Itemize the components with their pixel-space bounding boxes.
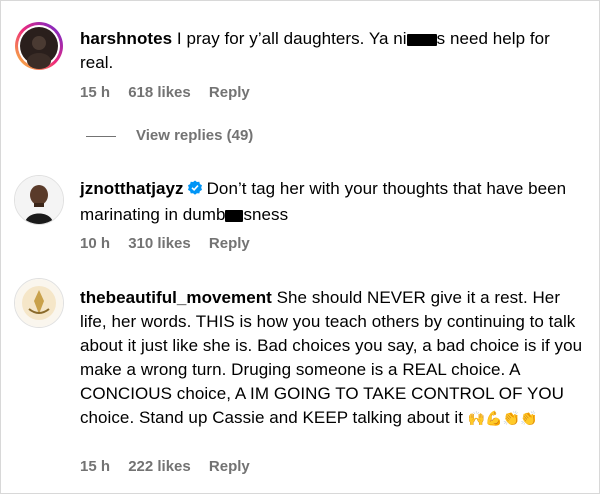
user-avatar[interactable] — [14, 175, 64, 225]
reply-button[interactable]: Reply — [209, 84, 250, 101]
comment-meta: 15 h 222 likes Reply — [80, 458, 264, 475]
comment-text: jznotthatjayz Don’t tag her with your tho… — [80, 177, 580, 227]
censor-bar — [225, 209, 244, 222]
reply-button[interactable]: Reply — [209, 235, 250, 252]
divider-line — [86, 135, 116, 137]
comment-text: thebeautiful_movement She should NEVER g… — [80, 286, 590, 431]
censor-bar — [406, 33, 437, 46]
comment-body: I pray for y’all daughters. Ya ni — [176, 29, 407, 48]
comment-meta: 10 h 310 likes Reply — [80, 235, 264, 252]
comment-time: 15 h — [80, 84, 111, 101]
user-avatar[interactable] — [14, 278, 64, 328]
comment-meta: 15 h 618 likes Reply — [80, 84, 264, 101]
comment-likes[interactable]: 310 likes — [128, 235, 191, 252]
comment-likes[interactable]: 222 likes — [128, 458, 191, 475]
comment-time: 10 h — [80, 235, 111, 252]
comment-username[interactable]: harshnotes — [80, 29, 172, 48]
comment-time: 15 h — [80, 458, 111, 475]
comment-body: She should NEVER give it a rest. Her lif… — [80, 288, 583, 427]
comment-body-end: sness — [243, 205, 289, 224]
emoji-hands-muscle-clap-icon: 🙌💪👏👏 — [467, 411, 538, 427]
comment-username[interactable]: thebeautiful_movement — [80, 288, 272, 307]
view-replies-button[interactable]: View replies (49) — [86, 127, 253, 144]
comment-username[interactable]: jznotthatjayz — [80, 179, 184, 198]
reply-button[interactable]: Reply — [209, 458, 250, 475]
verified-badge-icon — [187, 179, 203, 203]
comment-text: harshnotes I pray for y’all daughters. Y… — [80, 27, 580, 75]
user-avatar[interactable] — [14, 21, 64, 71]
comment-likes[interactable]: 618 likes — [128, 84, 191, 101]
view-replies-label: View replies (49) — [136, 127, 254, 144]
